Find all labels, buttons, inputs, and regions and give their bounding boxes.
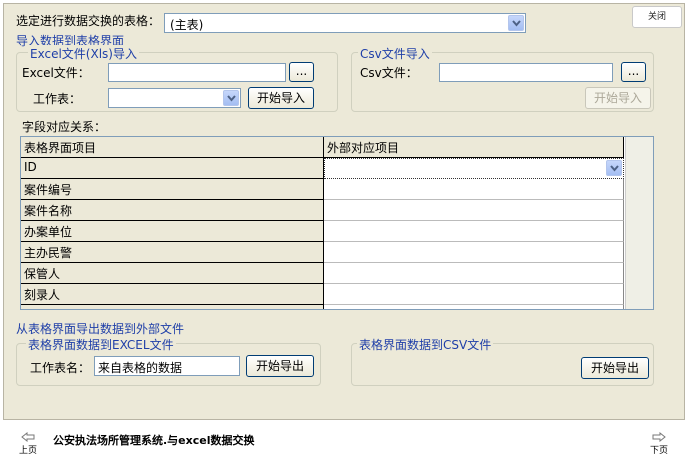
csv-import-title: Csv文件导入 (358, 45, 432, 62)
field-cell: 案件名称 (21, 200, 324, 221)
external-field-cell[interactable] (324, 179, 624, 200)
sheet-name-input[interactable]: 来自表格的数据 (94, 356, 240, 376)
csv-export-button[interactable]: 开始导出 (581, 357, 649, 379)
footer-caption: 公安执法场所管理系统.与excel数据交换 (53, 434, 255, 447)
table-select-label: 选定进行数据交换的表格： (16, 14, 161, 28)
table-select[interactable]: (主表) (164, 13, 526, 33)
column-header: 外部对应项目 (324, 137, 624, 158)
external-field-cell[interactable] (324, 263, 624, 284)
sheet-select[interactable] (108, 88, 241, 108)
field-cell: 保管人 (21, 263, 324, 284)
csv-browse-button[interactable]: ... (621, 62, 646, 82)
external-field-cell[interactable] (324, 284, 624, 305)
grid-header-row: 表格界面项目 外部对应项目 (21, 137, 624, 158)
table-row: 办案单位 (21, 221, 624, 242)
table-row: 刻录人 (21, 284, 624, 305)
excel-file-input[interactable] (108, 63, 286, 82)
sheet-name-label: 工作表名： (30, 361, 91, 375)
chevron-down-icon[interactable] (223, 90, 239, 106)
arrow-right-icon (652, 432, 666, 442)
external-field-select[interactable] (324, 158, 624, 179)
column-header: 表格界面项目 (21, 137, 324, 158)
table-row: 保管人 (21, 263, 624, 284)
table-select-value: (主表) (170, 18, 204, 32)
mapping-label: 字段对应关系： (22, 120, 107, 134)
sheet-label: 工作表： (33, 92, 82, 106)
field-cell: 案件编号 (21, 179, 324, 200)
field-cell: 主办民警 (21, 242, 324, 263)
next-page-label: 下页 (649, 446, 668, 456)
field-cell: ID (21, 158, 324, 179)
field-cell: 办案单位 (21, 221, 324, 242)
excel-export-button[interactable]: 开始导出 (246, 355, 314, 377)
field-cell (21, 305, 324, 309)
export-section-title: 从表格界面导出数据到外部文件 (16, 322, 185, 336)
excel-export-title: 表格界面数据到EXCEL文件 (26, 336, 176, 353)
table-row: 主办民警 (21, 242, 624, 263)
excel-import-title: Excel文件(Xls)导入 (28, 45, 139, 62)
csv-import-button[interactable]: 开始导入 (585, 87, 651, 109)
vertical-scrollbar[interactable] (625, 137, 653, 309)
table-row (21, 305, 624, 309)
field-cell: 刻录人 (21, 284, 324, 305)
external-field-cell[interactable] (324, 221, 624, 242)
mapping-grid: 表格界面项目 外部对应项目 ID 案件编号 案件名称 办案单位 主办民警 保管人… (20, 136, 654, 310)
chevron-down-icon[interactable] (508, 15, 524, 31)
table-row: 案件编号 (21, 179, 624, 200)
external-field-cell[interactable] (324, 242, 624, 263)
excel-browse-button[interactable]: ... (289, 62, 314, 82)
excel-file-label: Excel文件： (22, 66, 90, 80)
prev-page-button[interactable]: 上页 (16, 432, 40, 456)
csv-file-input[interactable] (439, 63, 613, 82)
table-row: ID (21, 158, 624, 179)
prev-page-label: 上页 (18, 446, 37, 456)
close-button[interactable]: 关闭 (632, 6, 682, 28)
csv-export-title: 表格界面数据到CSV文件 (357, 336, 494, 353)
external-field-cell[interactable] (324, 305, 624, 309)
chevron-down-icon[interactable] (606, 160, 622, 176)
csv-file-label: Csv文件： (360, 66, 418, 80)
external-field-cell[interactable] (324, 200, 624, 221)
excel-import-button[interactable]: 开始导入 (248, 87, 314, 109)
arrow-left-icon (21, 432, 35, 442)
next-page-button[interactable]: 下页 (647, 432, 671, 456)
table-row: 案件名称 (21, 200, 624, 221)
